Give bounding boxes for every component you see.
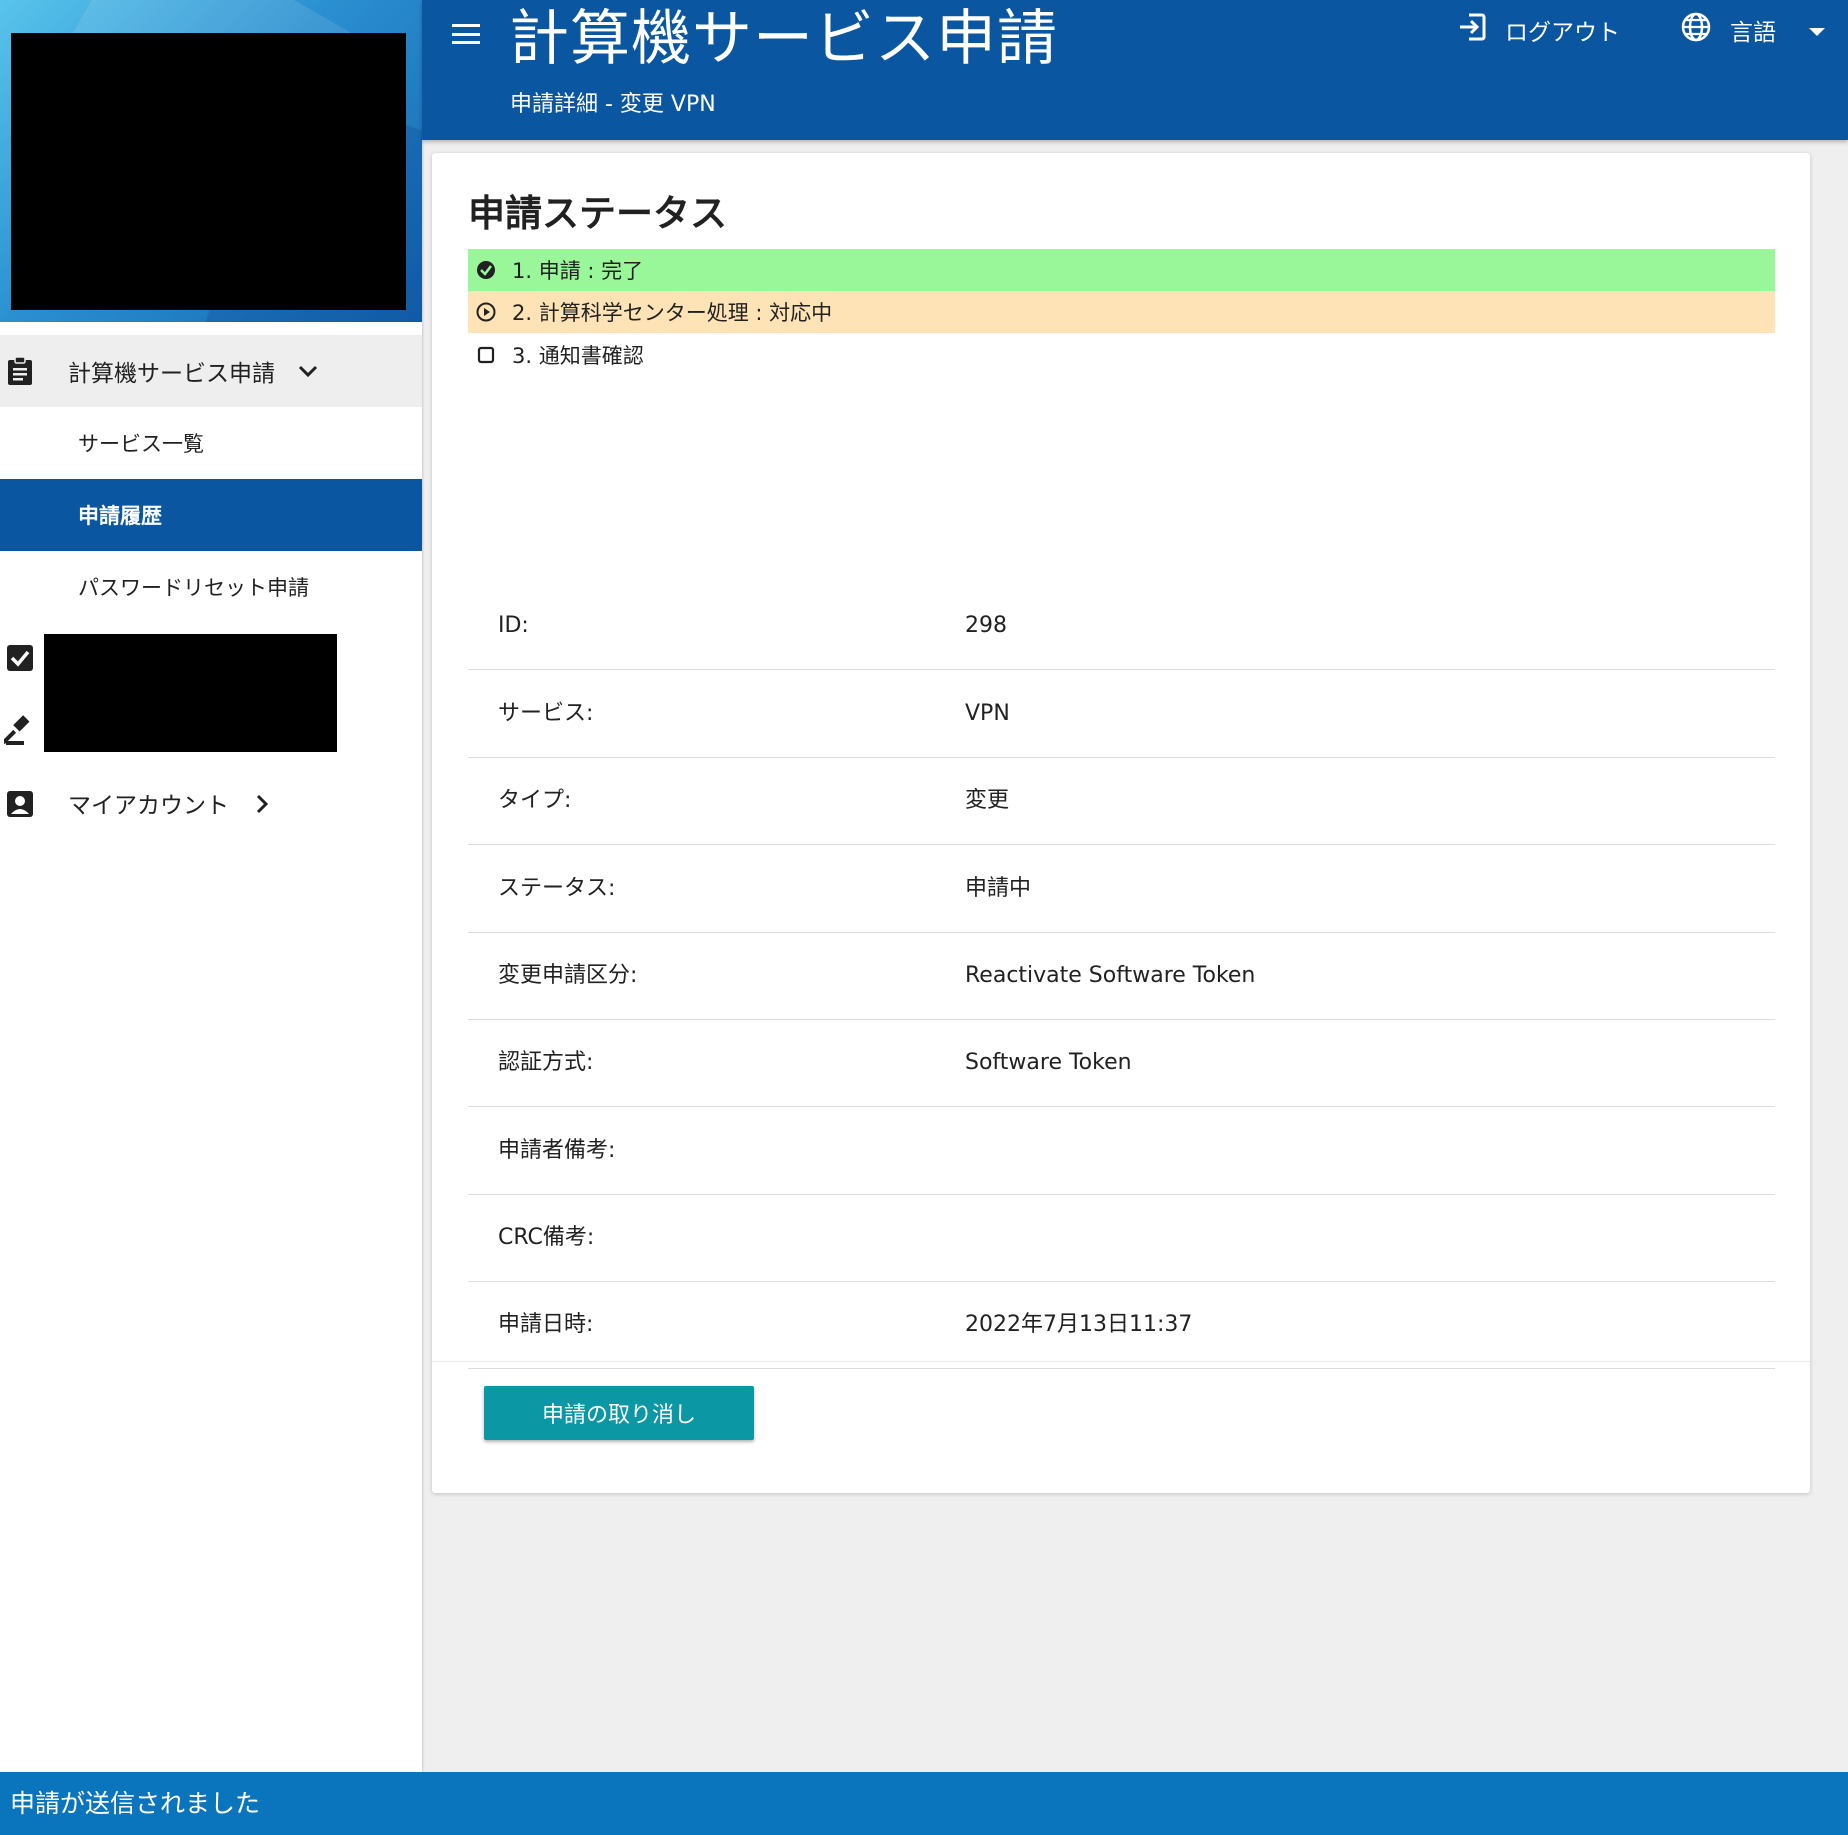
empty-square-icon <box>476 345 496 365</box>
gavel-icon[interactable] <box>4 714 36 746</box>
detail-row-request-date: 申請日時: 2022年7月13日11:37 <box>468 1281 1775 1369</box>
detail-label: 申請日時: <box>498 1312 594 1337</box>
redacted-logo <box>11 33 406 310</box>
detail-row-service: サービス: VPN <box>468 670 1775 758</box>
detail-label: 申請者備考: <box>498 1138 616 1163</box>
status-step-label: 3. 通知書確認 <box>512 344 644 368</box>
nav-my-account[interactable]: マイアカウント <box>0 774 422 834</box>
detail-row-id: ID: 298 <box>468 582 1775 670</box>
sidebar-item-service-list[interactable]: サービス一覧 <box>0 407 422 479</box>
nav-group-computer-services[interactable]: 計算機サービス申請 <box>0 335 422 407</box>
sidebar: 計算機サービス申請 サービス一覧 申請履歴 パスワードリセット申請 マイアカウン… <box>0 0 422 1772</box>
account-box-icon <box>4 788 36 820</box>
nav-group-label: 計算機サービス申請 <box>68 361 275 387</box>
detail-row-auth-method: 認証方式: Software Token <box>468 1019 1775 1107</box>
status-step-notification: 3. 通知書確認 <box>468 334 1775 376</box>
detail-row-type: タイプ: 変更 <box>468 757 1775 845</box>
sidebar-banner <box>0 0 422 322</box>
logout-icon <box>1457 12 1487 48</box>
sidebar-item-label: パスワードリセット申請 <box>78 576 309 600</box>
nav-account-label: マイアカウント <box>68 793 229 819</box>
status-step-processing: 2. 計算科学センター処理 : 対応中 <box>468 291 1775 333</box>
logout-label: ログアウト <box>1505 20 1620 46</box>
detail-label: ID: <box>498 613 529 638</box>
logout-button[interactable]: ログアウト <box>1457 10 1620 50</box>
detail-label: 変更申請区分: <box>498 963 638 988</box>
hamburger-menu-icon[interactable] <box>446 18 486 50</box>
detail-value: 2022年7月13日11:37 <box>965 1312 1193 1337</box>
status-step-label: 1. 申請 : 完了 <box>512 259 644 283</box>
sidebar-item-label: 申請履歴 <box>78 504 162 528</box>
cancel-request-button[interactable]: 申請の取り消し <box>484 1386 754 1440</box>
detail-row-status: ステータス: 申請中 <box>468 845 1775 933</box>
detail-label: サービス: <box>498 701 594 726</box>
request-detail-card: 申請ステータス 1. 申請 : 完了 2. 計算科学センター処理 : 対応中 3… <box>432 153 1810 1493</box>
sidebar-item-password-reset[interactable]: パスワードリセット申請 <box>0 551 422 623</box>
app-header: 計算機サービス申請 申請詳細 - 変更 VPN ログアウト 言語 <box>422 0 1848 140</box>
sidebar-item-label: サービス一覧 <box>78 432 204 456</box>
detail-value: 変更 <box>965 788 1010 813</box>
detail-label: タイプ: <box>498 788 572 813</box>
check-circle-icon <box>476 260 496 280</box>
app-title: 計算機サービス申請 <box>509 4 1058 74</box>
clipboard-icon <box>4 355 36 387</box>
language-label: 言語 <box>1730 20 1776 46</box>
chevron-down-icon <box>296 359 320 383</box>
chevron-right-icon <box>250 792 274 816</box>
language-menu[interactable]: 言語 <box>1680 10 1826 50</box>
detail-value: VPN <box>965 701 1010 726</box>
snackbar-message: 申請が送信されました <box>0 1772 1848 1835</box>
status-step-label: 2. 計算科学センター処理 : 対応中 <box>512 301 833 325</box>
detail-row-crc-notes: CRC備考: <box>468 1194 1775 1282</box>
status-title: 申請ステータス <box>468 192 727 235</box>
status-step-submitted: 1. 申請 : 完了 <box>468 249 1775 291</box>
detail-label: 認証方式: <box>498 1050 594 1075</box>
detail-label: ステータス: <box>498 876 616 901</box>
globe-icon <box>1680 11 1712 49</box>
play-circle-icon <box>476 302 496 322</box>
detail-value: 298 <box>965 613 1007 638</box>
detail-value: Reactivate Software Token <box>965 963 1256 988</box>
sidebar-item-request-history[interactable]: 申請履歴 <box>0 479 422 551</box>
checkbox-checked-icon[interactable] <box>4 642 36 674</box>
detail-row-applicant-notes: 申請者備考: <box>468 1107 1775 1195</box>
card-divider <box>432 1361 1810 1362</box>
detail-label: CRC備考: <box>498 1225 595 1250</box>
redacted-nav-items <box>44 634 337 752</box>
page-subtitle: 申請詳細 - 変更 VPN <box>510 92 716 117</box>
detail-value: 申請中 <box>965 876 1032 901</box>
detail-value: Software Token <box>965 1050 1132 1075</box>
caret-down-icon <box>1808 17 1826 43</box>
detail-row-change-category: 変更申請区分: Reactivate Software Token <box>468 932 1775 1020</box>
